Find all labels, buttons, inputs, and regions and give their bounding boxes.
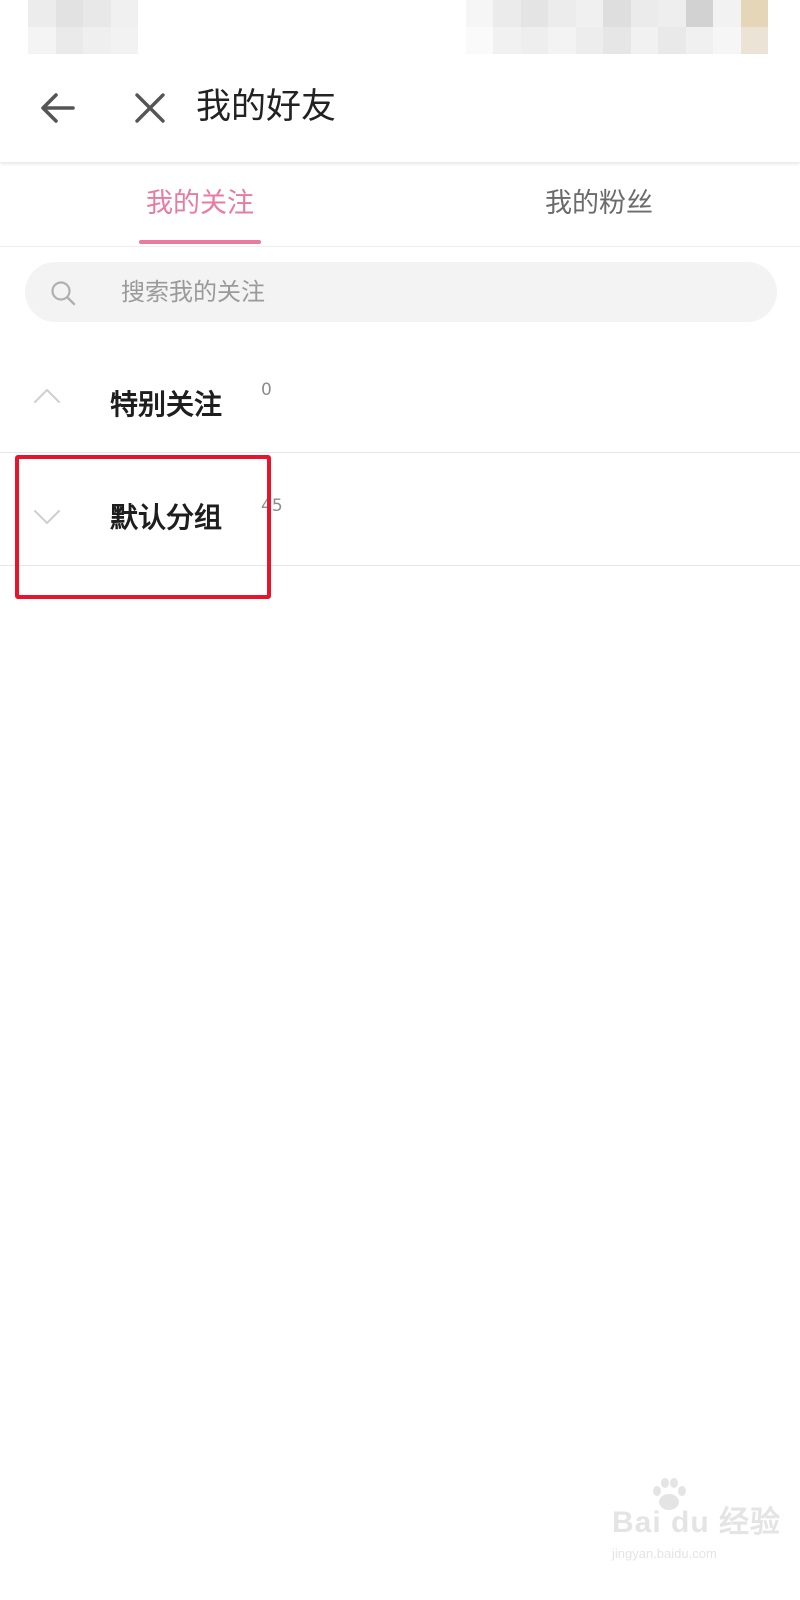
search-bar[interactable] bbox=[25, 262, 777, 322]
status-bar-left-blurred bbox=[28, 0, 138, 54]
app-header: 我的好友 bbox=[0, 54, 800, 162]
arrow-left-icon bbox=[41, 93, 75, 123]
status-bar-right-blurred bbox=[466, 0, 768, 54]
chevron-up-icon bbox=[34, 389, 60, 403]
baidu-jingyan-watermark: Bai du 经验 jingyan.baidu.com bbox=[612, 1475, 780, 1585]
search-input[interactable] bbox=[97, 262, 737, 322]
tab-fans[interactable]: 我的粉丝 bbox=[533, 162, 665, 246]
tab-following[interactable]: 我的关注 bbox=[134, 162, 266, 246]
group-name: 默认分组 bbox=[110, 501, 223, 534]
watermark-main-text: Bai du 经验 bbox=[612, 1506, 782, 1539]
page-title: 我的好友 bbox=[196, 87, 337, 127]
active-tab-indicator bbox=[139, 240, 261, 244]
close-icon bbox=[135, 93, 165, 123]
back-button[interactable] bbox=[30, 80, 86, 136]
group-row-special[interactable]: 特别关注 0 bbox=[0, 340, 800, 453]
close-button[interactable] bbox=[122, 80, 178, 136]
tab-bar: 我的关注 我的粉丝 bbox=[0, 162, 800, 247]
group-row-default[interactable]: 默认分组 45 bbox=[0, 453, 800, 566]
status-bar bbox=[0, 0, 800, 54]
search-icon bbox=[51, 281, 76, 306]
group-name: 特别关注 bbox=[110, 388, 223, 421]
group-count: 0 bbox=[261, 380, 272, 400]
group-count: 45 bbox=[261, 496, 283, 516]
chevron-down-icon bbox=[34, 510, 60, 524]
watermark-sub-text: jingyan.baidu.com bbox=[612, 1546, 717, 1561]
